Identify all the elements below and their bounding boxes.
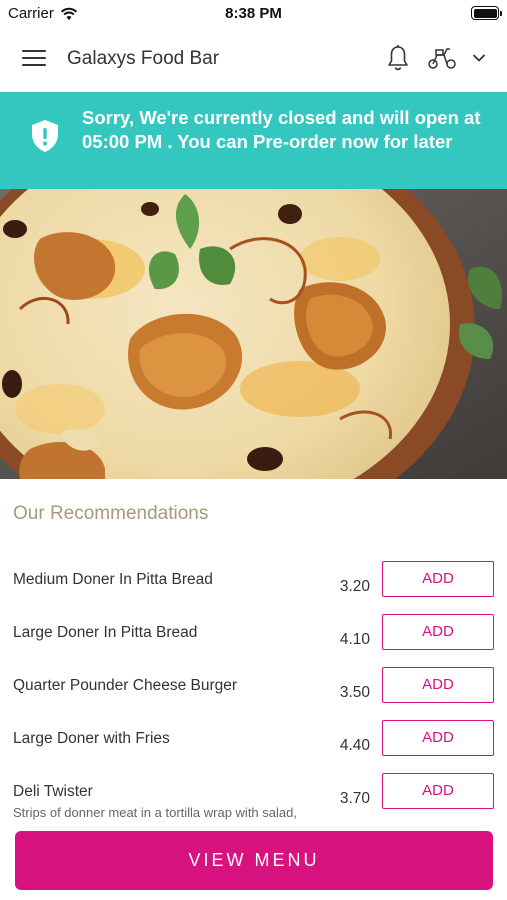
status-time: 8:38 PM (225, 5, 282, 22)
page-title: Galaxys Food Bar (67, 48, 220, 69)
item-price: 3.20 (339, 578, 370, 595)
list-item: Deli Twister Strips of donner meat in a … (0, 773, 507, 836)
closed-message: Sorry, We're currently closed and will o… (82, 107, 481, 152)
item-name: Deli Twister (13, 783, 93, 800)
view-menu-button[interactable]: VIEW MENU (15, 831, 493, 890)
item-price: 4.10 (339, 631, 370, 648)
add-button[interactable]: ADD (382, 720, 494, 756)
item-price: 4.40 (339, 737, 370, 754)
add-button[interactable]: ADD (382, 561, 494, 597)
add-button[interactable]: ADD (382, 773, 494, 809)
recommendations-title: Our Recommendations (13, 503, 209, 524)
chevron-down-icon[interactable] (471, 50, 487, 66)
item-price: 3.50 (339, 684, 370, 701)
bell-icon[interactable] (386, 44, 410, 72)
item-name: Large Doner with Fries (13, 730, 170, 747)
app-header: Galaxys Food Bar (0, 28, 507, 92)
add-button[interactable]: ADD (382, 667, 494, 703)
item-price: 3.70 (339, 790, 370, 807)
add-button[interactable]: ADD (382, 614, 494, 650)
item-name: Large Doner In Pitta Bread (13, 624, 198, 641)
hamburger-menu-icon[interactable] (22, 50, 46, 68)
item-description: Strips of donner meat in a tortilla wrap… (13, 805, 297, 820)
item-name: Medium Doner In Pitta Bread (13, 571, 213, 588)
status-bar: Carrier 8:38 PM (0, 0, 507, 28)
item-name: Quarter Pounder Cheese Burger (13, 677, 238, 694)
scooter-icon[interactable] (426, 46, 458, 70)
closed-banner: Sorry, We're currently closed and will o… (0, 92, 507, 189)
shield-alert-icon (32, 120, 58, 152)
battery-icon (471, 6, 502, 20)
hero-food-image (0, 189, 507, 479)
